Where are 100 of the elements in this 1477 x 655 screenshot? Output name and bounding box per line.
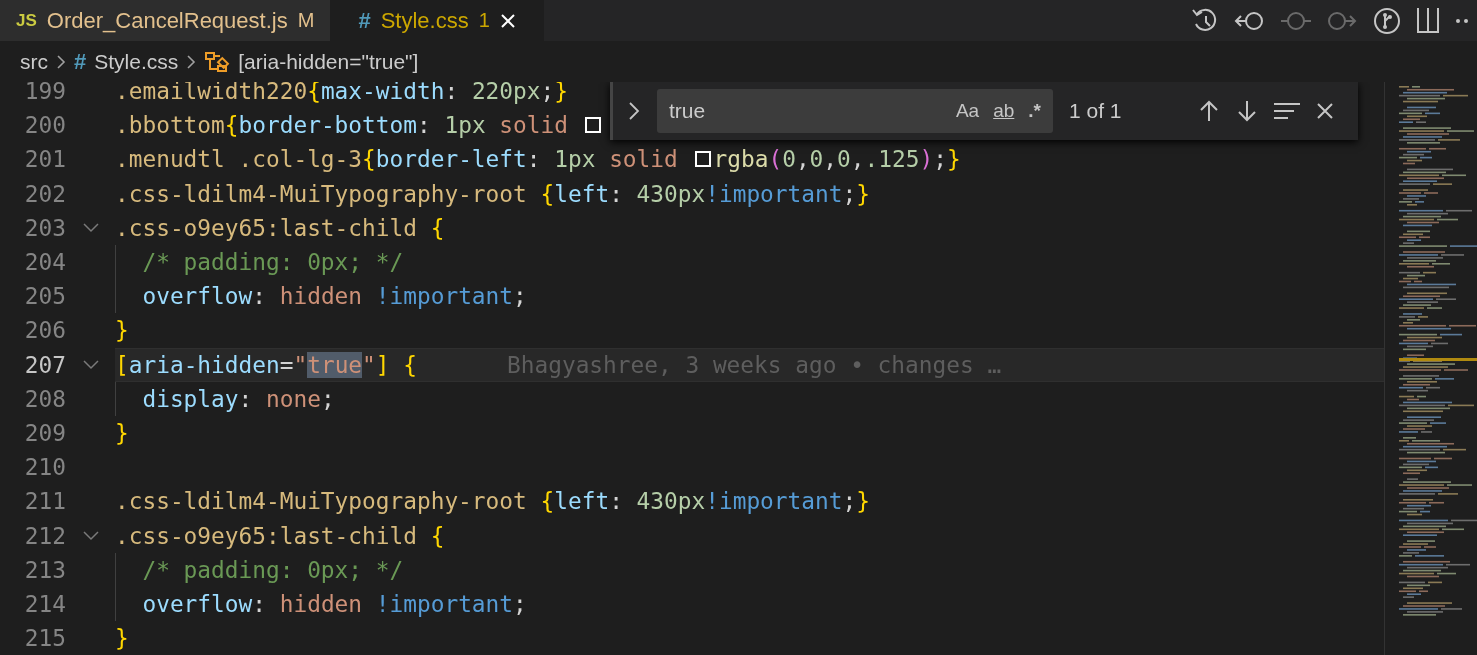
color-swatch[interactable] (694, 151, 711, 168)
code-token: } (115, 419, 129, 446)
editor-tab[interactable]: JS Order_CancelRequest.js M (0, 0, 331, 41)
color-swatch[interactable] (584, 117, 601, 134)
code-token: : (609, 488, 624, 515)
code-token: border-left (375, 146, 527, 173)
code-token: " (293, 351, 308, 378)
line-number: 200 (23, 112, 66, 139)
code-token: max-width (320, 82, 445, 105)
line-number: 209 (23, 419, 66, 446)
code-token: 0 (809, 146, 824, 173)
code-token: .125 (864, 146, 920, 173)
symbol-icon (204, 50, 231, 73)
code-token: , (795, 146, 810, 173)
find-input-field[interactable]: true Aa ab .* (657, 89, 1053, 133)
code-token: { (540, 180, 555, 207)
code-token: display (142, 385, 239, 412)
css-file-icon: # (74, 48, 87, 75)
code-token: 1px (554, 146, 597, 173)
code-token: { (430, 522, 445, 549)
code-token: .css-ldilm4-MuiTypography-root (115, 180, 528, 207)
line-number: 204 (23, 249, 66, 276)
code-token: : (417, 112, 432, 139)
match-count: 1 of 1 (1069, 99, 1122, 123)
code-token: ] { (375, 351, 417, 378)
chevron-right-icon (186, 53, 197, 70)
close-icon[interactable] (1315, 102, 1334, 120)
fold-chevron-icon[interactable] (82, 359, 99, 370)
code-token: : (252, 590, 267, 617)
code-token: ; (842, 180, 857, 207)
code-token: , (823, 146, 838, 173)
code-token: 1px (444, 112, 487, 139)
find-in-selection-icon[interactable] (1273, 101, 1300, 121)
code-token: } (856, 488, 870, 515)
breadcrumb-item[interactable]: Style.css (94, 49, 179, 74)
code-token: .css-o9ey65:last-child (115, 214, 418, 241)
code-token: solid (499, 112, 569, 139)
code-token: ; (320, 385, 335, 412)
code-token: } (115, 317, 129, 344)
code-token: : (444, 82, 460, 105)
code-token: left (554, 488, 610, 515)
code-token: : (238, 385, 254, 412)
line-number: 205 (23, 283, 66, 310)
code-token: ; (540, 82, 555, 105)
code-token: .emailwidth220 (115, 82, 308, 105)
arrow-down-icon[interactable] (1235, 99, 1258, 123)
code-token: border-bottom (238, 112, 417, 139)
code-token: ; (513, 590, 527, 617)
search-option-toggle[interactable]: Aa (955, 100, 980, 122)
line-number: 206 (23, 317, 66, 344)
code-token: hidden (279, 590, 364, 617)
code-token: 0 (782, 146, 796, 173)
breadcrumb-item[interactable]: [aria-hidden="true"] (238, 49, 419, 74)
code-token: 0 (837, 146, 851, 173)
code-token: ) (919, 146, 934, 173)
breadcrumb-item[interactable]: src (20, 49, 48, 74)
code-token: ; (933, 146, 947, 173)
fold-chevron-icon[interactable] (82, 222, 99, 233)
code-token: { (430, 214, 445, 241)
code-token: } (554, 82, 568, 105)
code-token: !important (375, 283, 514, 310)
code-token: ; (842, 488, 857, 515)
history-icon[interactable] (1191, 7, 1219, 34)
editor-tab[interactable]: # Style.css 1 (330, 0, 544, 41)
code-token: !important (375, 590, 514, 617)
code-token: .css-ldilm4-MuiTypography-root (115, 488, 528, 515)
split-editor-icon[interactable] (1416, 7, 1440, 34)
code-token: } (115, 625, 129, 652)
search-option-toggle[interactable]: .* (1028, 100, 1041, 122)
code-token: { (362, 146, 376, 173)
code-token: } (856, 180, 870, 207)
chevron-right-icon (56, 53, 66, 70)
code-token: : (252, 283, 267, 310)
fold-chevron-icon[interactable] (82, 530, 99, 541)
line-number: 210 (23, 454, 66, 481)
chevron-right-icon[interactable] (627, 100, 641, 122)
search-match: true (307, 351, 363, 378)
code-token: 430px (636, 488, 706, 515)
code-token: !important (705, 180, 843, 207)
code-token: { (307, 82, 321, 105)
code-token: rgba (713, 146, 769, 173)
line-number: 201 (23, 146, 66, 173)
code-token: = (279, 351, 294, 378)
code-token: solid (609, 146, 679, 173)
code-token: ( (768, 146, 783, 173)
code-token: overflow (142, 590, 253, 617)
line-number: 207 (23, 351, 66, 378)
code-token: : (609, 180, 624, 207)
code-token: left (554, 180, 610, 207)
source-control-icon[interactable] (1373, 6, 1401, 35)
code-token: aria-hidden (128, 351, 280, 378)
code-token: ; (513, 283, 527, 310)
search-option-toggle[interactable]: ab (993, 100, 1015, 122)
code-token: .menudtl .col-lg-3 (115, 146, 363, 173)
code-token: 430px (636, 180, 706, 207)
code-token: overflow (142, 283, 253, 310)
code-token: { (224, 112, 239, 139)
code-token: [ (115, 351, 129, 378)
line-number: 214 (23, 590, 66, 617)
line-number: 212 (23, 522, 66, 549)
